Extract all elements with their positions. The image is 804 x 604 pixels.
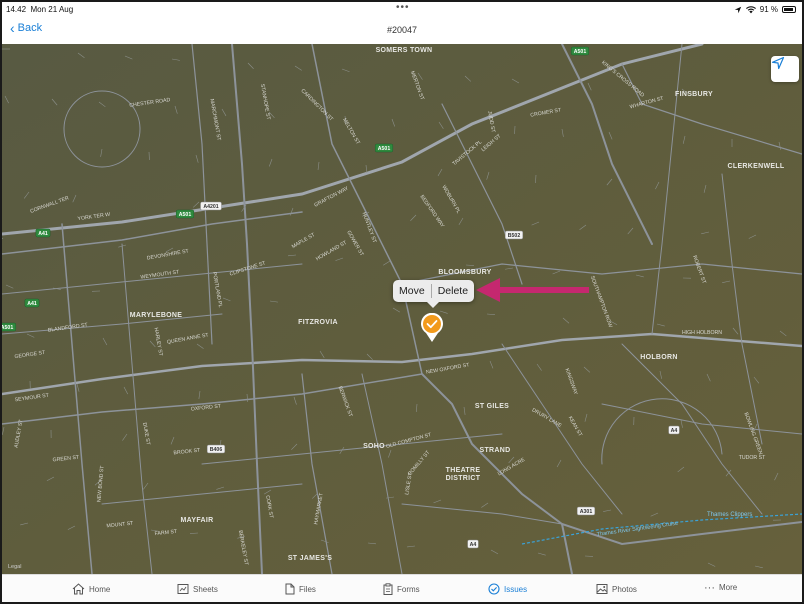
svg-text:A41: A41 [38, 231, 48, 237]
svg-text:A4: A4 [671, 428, 678, 434]
tab-photos[interactable]: Photos [596, 583, 637, 595]
sheets-icon [177, 584, 189, 594]
area-label: FINSBURY [675, 91, 713, 98]
road-badge: A501 [2, 322, 17, 332]
svg-text:A501: A501 [179, 212, 192, 218]
tab-bar: Home Sheets Files Forms Issues Photos ··… [2, 574, 802, 602]
app-frame: 14.42 Mon 21 Aug ••• 91 % ‹ Back #20047 [0, 0, 804, 604]
area-label: ST JAMES'S [288, 555, 332, 562]
tab-more[interactable]: ··· More [704, 581, 738, 594]
pin-action-popover: Move Delete [393, 280, 475, 308]
road-badge: A4 [668, 425, 680, 435]
road-badge: A501 [374, 143, 394, 153]
map-view[interactable]: Thames Clippers Thames River Sightseeing… [2, 44, 802, 574]
svg-text:A501: A501 [2, 325, 13, 331]
tab-label: Photos [612, 584, 637, 594]
svg-text:B406: B406 [210, 447, 223, 453]
tab-label: Home [89, 584, 111, 594]
street-label: TUDOR ST [739, 455, 766, 461]
delete-button[interactable]: Delete [432, 280, 474, 302]
status-time: 14.42 Mon 21 Aug [6, 5, 74, 14]
area-label: THEATRE [446, 467, 481, 474]
status-right: 91 % [734, 5, 796, 14]
photo-icon [596, 584, 608, 594]
area-label: MARYLEBONE [130, 312, 183, 319]
road-badge: A501 [175, 209, 195, 219]
svg-text:B502: B502 [508, 233, 521, 239]
tab-issues[interactable]: Issues [488, 583, 527, 595]
tab-label: More [719, 583, 738, 592]
street-label: HIGH HOLBORN [682, 330, 722, 336]
home-icon [72, 583, 85, 595]
tab-sheets[interactable]: Sheets [177, 583, 218, 595]
area-label: CLERKENWELL [728, 163, 785, 170]
tab-home[interactable]: Home [72, 583, 110, 595]
road-badge: B406 [206, 444, 226, 454]
road-badge: A41 [24, 298, 40, 308]
status-bar: 14.42 Mon 21 Aug ••• 91 % [2, 2, 802, 16]
area-label: STRAND [480, 447, 511, 454]
area-label: HOLBORN [640, 354, 678, 361]
more-icon: ··· [704, 581, 715, 594]
battery-icon [782, 6, 796, 13]
area-label: ST GILES [475, 403, 509, 410]
multitasking-dots[interactable]: ••• [396, 2, 410, 13]
road-badge: A41 [35, 228, 51, 238]
tab-label: Sheets [193, 584, 218, 594]
area-label: FITZROVIA [298, 319, 338, 326]
area-label: BLOOMSBURY [438, 269, 491, 276]
location-arrow-icon [734, 6, 741, 13]
area-label: DISTRICT [446, 475, 481, 482]
tab-label: Forms [397, 584, 420, 594]
svg-text:A501: A501 [574, 49, 587, 55]
file-icon [285, 583, 295, 595]
move-button[interactable]: Move [393, 280, 431, 302]
page-title: #20047 [386, 25, 418, 35]
map-canvas[interactable]: Thames Clippers Thames River Sightseeing… [2, 44, 802, 574]
tab-forms[interactable]: Forms [383, 583, 420, 595]
svg-text:A501: A501 [378, 146, 391, 152]
road-badge: A301 [576, 506, 596, 516]
location-arrow-icon [771, 56, 785, 70]
area-label: MAYFAIR [181, 517, 214, 524]
battery-percent: 91 % [759, 5, 778, 14]
clipboard-icon [383, 583, 393, 595]
wifi-icon [745, 5, 756, 13]
svg-text:A4201: A4201 [203, 204, 218, 210]
locate-me-button[interactable] [771, 56, 799, 82]
navigation-bar: ‹ Back #20047 [2, 16, 802, 44]
area-label: SOHO [363, 443, 385, 450]
svg-text:A301: A301 [580, 509, 593, 515]
tab-files[interactable]: Files [285, 583, 316, 595]
area-label: SOMERS TOWN [376, 47, 433, 54]
tab-label: Files [299, 584, 316, 594]
check-circle-icon [488, 583, 500, 595]
road-badge: B502 [504, 230, 524, 240]
road-badge: A4 [467, 539, 479, 549]
check-pin-icon [421, 313, 443, 342]
road-badge: A501 [570, 46, 590, 56]
svg-text:A41: A41 [27, 301, 37, 307]
legal-link: Legal [8, 564, 21, 570]
popover-tail [427, 302, 439, 308]
svg-text:A4: A4 [470, 542, 477, 548]
river-label: Thames Clippers [707, 512, 752, 518]
road-badge: A4201 [200, 201, 222, 211]
tab-label: Issues [504, 584, 528, 594]
